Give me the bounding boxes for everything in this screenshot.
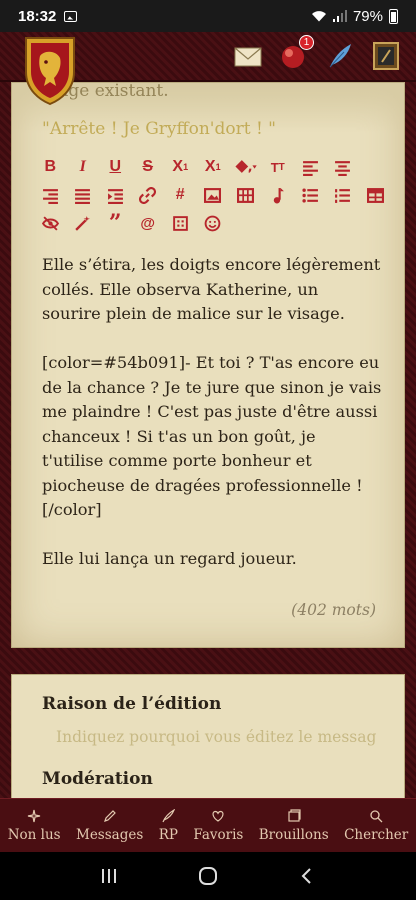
screen: 18:32 79% 1 ...age existant. "Arrête ! J… [0,0,416,900]
nav-label-messages: Messages [76,826,144,843]
nav-label-brouillons: Brouillons [258,826,329,843]
word-count: (402 mots) [291,601,376,619]
home-icon[interactable] [193,861,223,891]
wifi-icon [311,11,326,22]
envelope-icon[interactable] [232,40,264,72]
table-icon[interactable] [359,181,392,209]
align-left-icon[interactable] [294,153,327,181]
spoiler-icon[interactable] [164,209,197,237]
magic-wand-icon[interactable] [67,209,100,237]
toolbar-row-3: ” @ [34,209,392,237]
gryffindor-crest-icon[interactable] [20,34,80,106]
edit-reason-input[interactable] [56,724,376,750]
nav-brouillons[interactable]: Brouillons [251,799,336,852]
numbered-list-icon[interactable] [327,181,360,209]
nav-label-non-lus: Non lus [7,826,61,843]
status-right: 79% [311,8,398,25]
nav-chercher[interactable]: Chercher [336,799,416,852]
pencil-icon [103,809,116,822]
message-body[interactable]: Elle s’étira, les doigts encore légèreme… [42,253,382,596]
gallery-notification-icon [64,10,78,22]
hashtag-icon[interactable]: # [164,181,197,209]
smiley-icon[interactable] [197,209,230,237]
back-icon[interactable] [292,861,322,891]
nav-label-rp: RP [158,826,178,843]
nav-rp[interactable]: RP [151,799,186,852]
moderation-title: Modération [42,769,153,789]
paragraph-3: Elle lui lança un regard joueur. [42,549,297,568]
strikethrough-icon[interactable]: S [132,153,165,181]
link-icon[interactable] [132,181,165,209]
quote-text: "Arrête ! Je Gryffon'dort ! " [42,119,276,139]
justify-icon[interactable] [67,181,100,209]
font-size-icon[interactable]: TT [262,153,295,181]
music-icon[interactable] [262,181,295,209]
align-center-icon[interactable] [327,153,360,181]
drafts-icon [288,808,301,822]
toolbar-row-2: # [34,181,392,209]
battery-percent: 79% [352,7,383,25]
editor-toolbar: B I U S X1 X1 TT # ” @ [34,153,392,237]
recent-apps-icon[interactable] [94,861,124,891]
indent-icon[interactable] [99,181,132,209]
bottom-navigation: Non lus Messages RP Favoris Brouillons C… [0,798,416,852]
header-actions: 1 [232,35,402,72]
film-icon[interactable] [229,181,262,209]
status-bar: 18:32 79% [0,0,416,32]
system-navigation-bar [0,852,416,900]
paint-bucket-icon[interactable] [229,153,262,181]
nav-label-chercher: Chercher [344,826,409,843]
eye-slash-icon[interactable] [34,209,67,237]
sparkle-icon [28,809,41,822]
message-editor[interactable]: ...age existant. "Arrête ! Je Gryffon'do… [11,82,405,648]
image-icon[interactable] [197,181,230,209]
quill-icon [162,808,176,822]
underline-icon[interactable]: U [99,153,132,181]
nav-messages[interactable]: Messages [68,799,151,852]
portrait-frame-icon[interactable] [370,40,402,72]
status-time: 18:32 [18,7,57,25]
mention-icon[interactable]: @ [132,209,165,237]
nav-label-favoris: Favoris [193,826,244,843]
notification-badge: 1 [299,35,314,50]
battery-icon [389,8,398,24]
notification-orb-icon[interactable]: 1 [278,35,314,72]
search-icon [370,809,383,822]
paragraph-1: Elle s’étira, les doigts encore légèreme… [42,255,381,323]
heart-icon [212,810,224,822]
signal-icon [332,10,347,22]
bulleted-list-icon[interactable] [294,181,327,209]
nav-favoris[interactable]: Favoris [186,799,251,852]
italic-icon[interactable]: I [67,153,100,181]
bold-icon[interactable]: B [34,153,67,181]
toolbar-row-1: B I U S X1 X1 TT [34,153,392,181]
nav-non-lus[interactable]: Non lus [0,799,68,852]
align-right-icon[interactable] [34,181,67,209]
edit-reason-title: Raison de l’édition [42,694,222,714]
feather-icon[interactable] [324,40,356,72]
quote-icon[interactable]: ” [99,209,132,237]
superscript-icon[interactable]: X1 [197,153,230,181]
subscript-icon[interactable]: X1 [164,153,197,181]
paragraph-2: [color=#54b091]- Et toi ? T'as encore eu… [42,353,382,519]
